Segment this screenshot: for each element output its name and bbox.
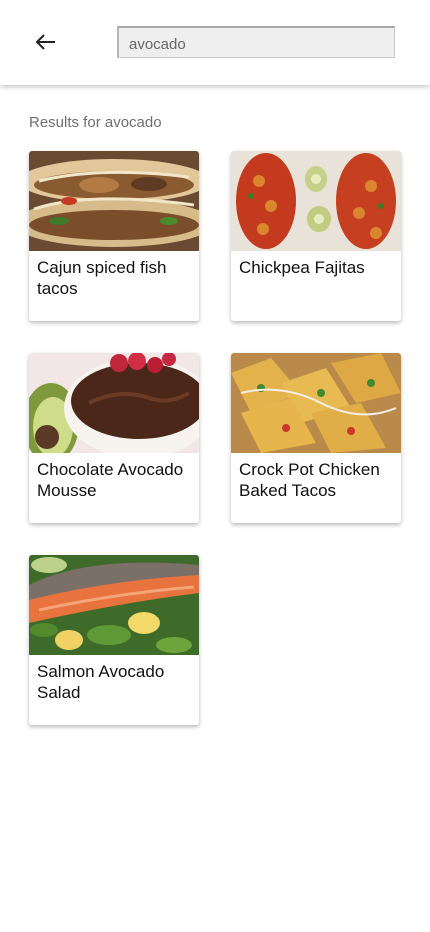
- app-header: [0, 0, 430, 85]
- recipe-image: [231, 151, 401, 251]
- recipe-title: Cajun spiced fish tacos: [37, 258, 167, 298]
- arrow-left-icon: [36, 34, 55, 50]
- search-input[interactable]: [117, 26, 395, 58]
- recipe-title: Crock Pot Chicken Baked Tacos: [239, 460, 380, 500]
- recipe-card[interactable]: Crock Pot Chicken Baked Tacos: [231, 353, 401, 523]
- recipe-title: Chickpea Fajitas: [239, 258, 365, 277]
- recipe-card[interactable]: Cajun spiced fish tacos: [29, 151, 199, 321]
- recipe-image: [29, 151, 199, 251]
- recipe-card[interactable]: Chocolate Avocado Mousse: [29, 353, 199, 523]
- recipe-image: [29, 353, 199, 453]
- recipe-image: [29, 555, 199, 655]
- back-button[interactable]: [32, 28, 60, 56]
- results-label: Results for avocado: [29, 114, 162, 131]
- recipe-image: [231, 353, 401, 453]
- recipe-card[interactable]: Chickpea Fajitas: [231, 151, 401, 321]
- recipe-card[interactable]: Salmon Avocado Salad: [29, 555, 199, 725]
- recipe-title: Chocolate Avocado Mousse: [37, 460, 184, 500]
- recipe-title: Salmon Avocado Salad: [37, 662, 165, 702]
